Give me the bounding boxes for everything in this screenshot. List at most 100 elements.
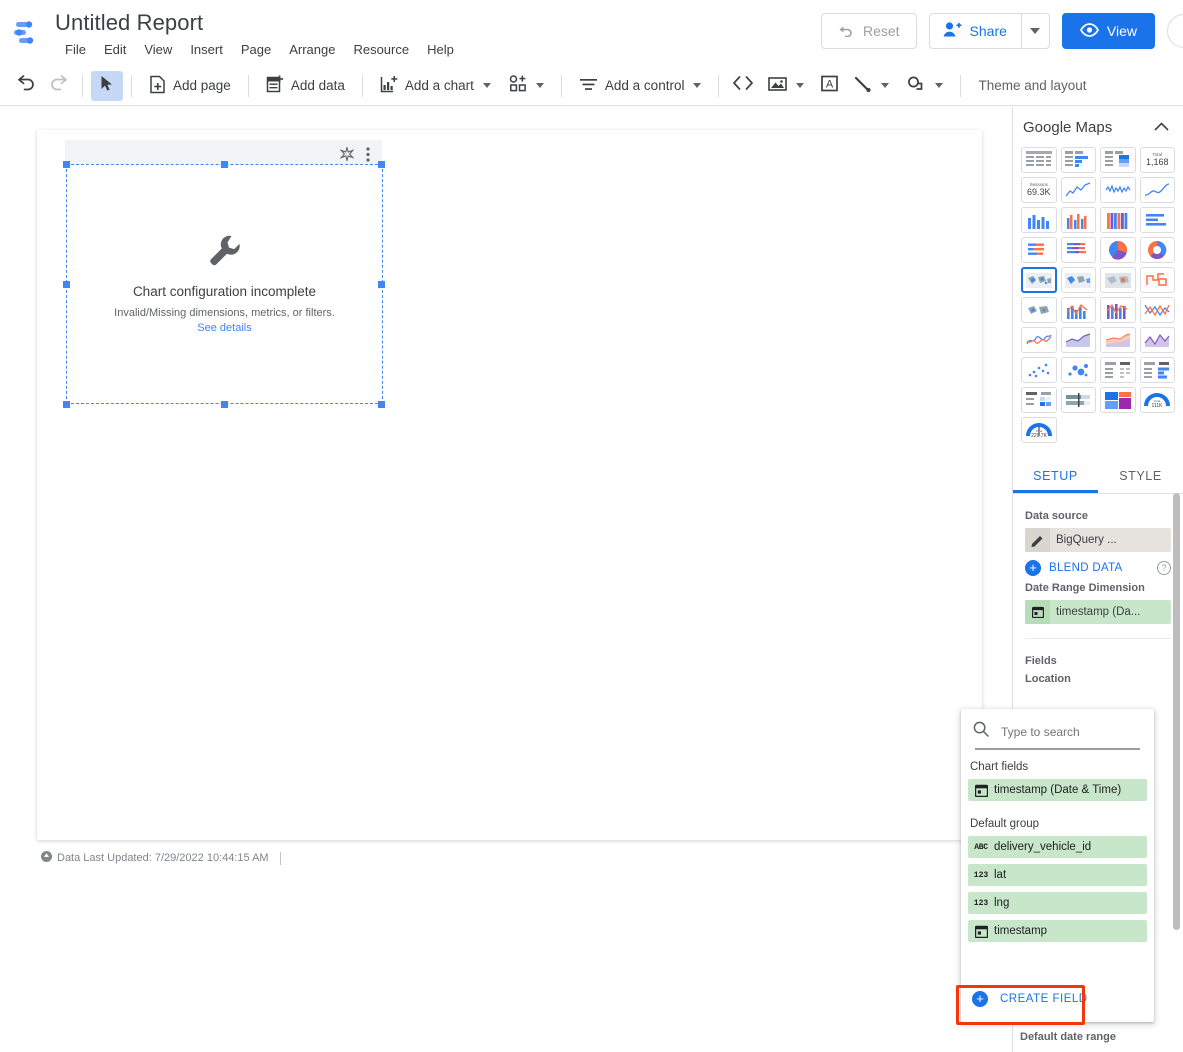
chart-type-gauge-chart[interactable]: Total 111K — [1139, 387, 1175, 413]
field-item-delivery-vehicle-id[interactable]: ABC delivery_vehicle_id — [968, 836, 1147, 858]
chart-type-combo-chart[interactable] — [1060, 207, 1096, 233]
chart-type-stacked-column-chart[interactable] — [1100, 207, 1136, 233]
tab-style[interactable]: STYLE — [1098, 457, 1183, 493]
chart-type-gauge-chart-alt[interactable]: Total 229.7K — [1021, 417, 1057, 443]
undo-button[interactable] — [10, 71, 42, 101]
chart-type-gallery[interactable]: Total 1,168 Sessions 69.3K Total 111K To… — [1013, 145, 1183, 451]
chart-type-table[interactable] — [1021, 147, 1057, 173]
resize-handle-w[interactable] — [63, 281, 70, 288]
chart-type-grouped-bar-chart[interactable] — [1060, 237, 1096, 263]
menu-page[interactable]: Page — [232, 40, 280, 59]
field-item-lng[interactable]: 123 lng — [968, 892, 1147, 914]
chart-type-pivot-table-heatmap[interactable] — [1021, 387, 1057, 413]
create-field-button[interactable]: + CREATE FIELD — [961, 976, 1154, 1022]
field-item-timestamp[interactable]: timestamp — [968, 920, 1147, 942]
field-item-lat[interactable]: 123 lat — [968, 864, 1147, 886]
theme-and-layout-button[interactable]: Theme and layout — [969, 71, 1095, 101]
add-page-button[interactable]: Add page — [140, 71, 240, 101]
shape-tool-button[interactable] — [898, 71, 952, 101]
text-box-button[interactable]: A — [813, 71, 845, 101]
menu-file[interactable]: File — [56, 40, 95, 59]
resize-handle-s[interactable] — [221, 401, 228, 408]
date-range-dimension-chip[interactable]: timestamp (Da... — [1025, 600, 1171, 624]
menu-edit[interactable]: Edit — [95, 40, 135, 59]
chart-type-table-with-heatmap[interactable] — [1100, 147, 1136, 173]
chart-type-area-chart-filled[interactable] — [1139, 327, 1175, 353]
see-details-link[interactable]: See details — [197, 322, 251, 334]
menu-arrange[interactable]: Arrange — [280, 40, 344, 59]
chart-type-pivot-table-bars[interactable] — [1139, 357, 1175, 383]
placeholder-title: Chart configuration incomplete — [132, 284, 317, 299]
chart-type-bullet-chart[interactable] — [1060, 387, 1096, 413]
view-button[interactable]: View — [1061, 13, 1155, 49]
share-button[interactable]: Share — [930, 14, 1021, 48]
chart-type-stacked-area-chart[interactable] — [1100, 327, 1136, 353]
chart-type-google-maps-filled[interactable] — [1060, 267, 1096, 293]
blend-data-label: BLEND DATA — [1049, 562, 1123, 574]
chart-type-area-chart[interactable] — [1060, 327, 1096, 353]
line-tool-icon — [854, 76, 872, 95]
share-dropdown-caret[interactable] — [1020, 14, 1049, 48]
123-icon: 123 — [973, 870, 989, 880]
resize-handle-nw[interactable] — [63, 161, 70, 168]
resize-handle-se[interactable] — [378, 401, 385, 408]
redo-button[interactable] — [42, 71, 74, 101]
chart-type-scatter-chart[interactable] — [1021, 357, 1057, 383]
chevron-up-icon[interactable] — [1154, 118, 1169, 136]
chart-type-smoothed-line-chart[interactable] — [1021, 327, 1057, 353]
menu-view[interactable]: View — [135, 40, 181, 59]
selected-chart-placeholder[interactable]: Chart configuration incomplete Invalid/M… — [63, 161, 385, 408]
menu-insert[interactable]: Insert — [181, 40, 232, 59]
chart-type-bar-chart[interactable] — [1139, 207, 1175, 233]
menu-help[interactable]: Help — [418, 40, 463, 59]
canvas-area[interactable]: Chart configuration incomplete Invalid/M… — [0, 107, 1012, 1052]
chart-type-pivot-table[interactable] — [1100, 357, 1136, 383]
add-data-button[interactable]: Add data — [257, 71, 354, 101]
report-page[interactable]: Chart configuration incomplete Invalid/M… — [37, 130, 982, 840]
chart-type-time-series[interactable] — [1060, 177, 1096, 203]
toolbar-divider — [718, 74, 720, 97]
chart-type-google-maps-bubble[interactable] — [1021, 267, 1057, 293]
image-button[interactable] — [759, 71, 813, 101]
resize-handle-ne[interactable] — [378, 161, 385, 168]
panel-scrollbar[interactable] — [1173, 493, 1180, 930]
resize-handle-sw[interactable] — [63, 401, 70, 408]
help-circle-icon[interactable]: ? — [1157, 561, 1171, 575]
chart-type-google-maps-heatmap[interactable] — [1139, 267, 1175, 293]
chart-type-treemap[interactable] — [1100, 387, 1136, 413]
tab-setup[interactable]: SETUP — [1013, 457, 1098, 493]
avatar[interactable] — [1167, 14, 1183, 48]
chart-type-stacked-bar-chart[interactable] — [1021, 237, 1057, 263]
menu-resource[interactable]: Resource — [344, 40, 418, 59]
chart-type-scorecard-compact[interactable]: Sessions 69.3K — [1021, 177, 1057, 203]
chart-type-bubble-chart[interactable] — [1060, 357, 1096, 383]
chart-type-pie-chart[interactable] — [1100, 237, 1136, 263]
title-bar: Untitled Report File Edit View Insert Pa… — [0, 0, 1183, 66]
report-title[interactable]: Untitled Report — [55, 10, 203, 36]
search-input[interactable] — [999, 723, 1158, 740]
embed-button[interactable] — [727, 71, 759, 101]
chart-type-column-chart[interactable] — [1021, 207, 1057, 233]
chart-type-geo-map-bubble[interactable] — [1021, 297, 1057, 323]
select-tool-button[interactable] — [91, 70, 123, 101]
add-chart-button[interactable]: Add a chart — [371, 71, 500, 101]
chart-type-geo-chart[interactable] — [1100, 267, 1136, 293]
chart-type-smoothed-time-series[interactable] — [1139, 177, 1175, 203]
data-source-chip[interactable]: BigQuery ... — [1025, 528, 1171, 552]
chart-type-line-chart-multi[interactable] — [1139, 297, 1175, 323]
chart-type-scorecard[interactable]: Total 1,168 — [1139, 147, 1175, 173]
add-control-button[interactable]: Add a control — [570, 71, 711, 101]
chart-type-donut-chart[interactable] — [1139, 237, 1175, 263]
chart-type-combo-line-column[interactable] — [1060, 297, 1096, 323]
resize-handle-n[interactable] — [221, 161, 228, 168]
reset-button[interactable]: Reset — [820, 13, 917, 49]
blend-data-row[interactable]: + BLEND DATA ? — [1025, 560, 1171, 576]
chart-type-table-with-bars[interactable] — [1060, 147, 1096, 173]
field-picker-popup[interactable]: Chart fields timestamp (Date & Time) Def… — [961, 709, 1158, 1022]
community-visualizations-button[interactable] — [500, 71, 553, 101]
field-item-timestamp-date-time[interactable]: timestamp (Date & Time) — [968, 779, 1147, 801]
resize-handle-e[interactable] — [378, 281, 385, 288]
chart-type-sparkline[interactable] — [1100, 177, 1136, 203]
chart-type-stacked-combo[interactable] — [1100, 297, 1136, 323]
line-tool-button[interactable] — [845, 71, 898, 101]
